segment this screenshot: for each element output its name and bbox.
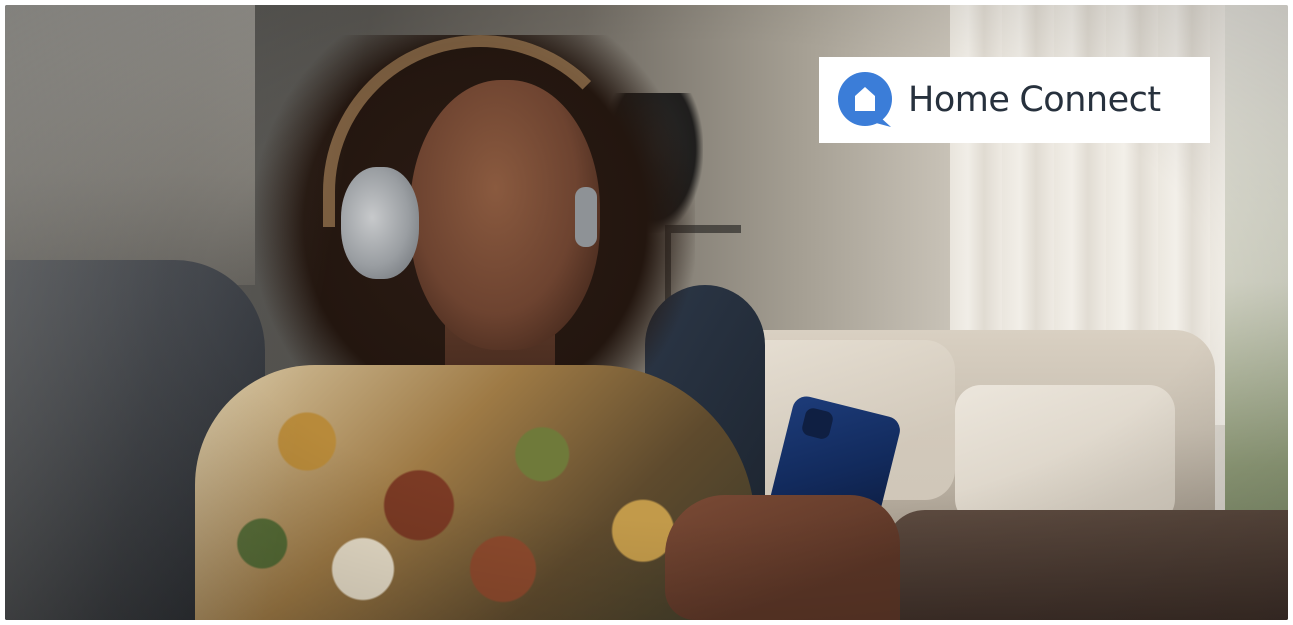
- logo-word-home: Home: [908, 80, 1010, 120]
- home-connect-logo: Home Connect: [819, 57, 1210, 143]
- house-speech-bubble-icon: [838, 72, 892, 127]
- hero-banner: Home Connect: [5, 5, 1288, 620]
- logo-word-connect: Connect: [1019, 80, 1161, 120]
- logo-wordmark: Home Connect: [908, 80, 1161, 120]
